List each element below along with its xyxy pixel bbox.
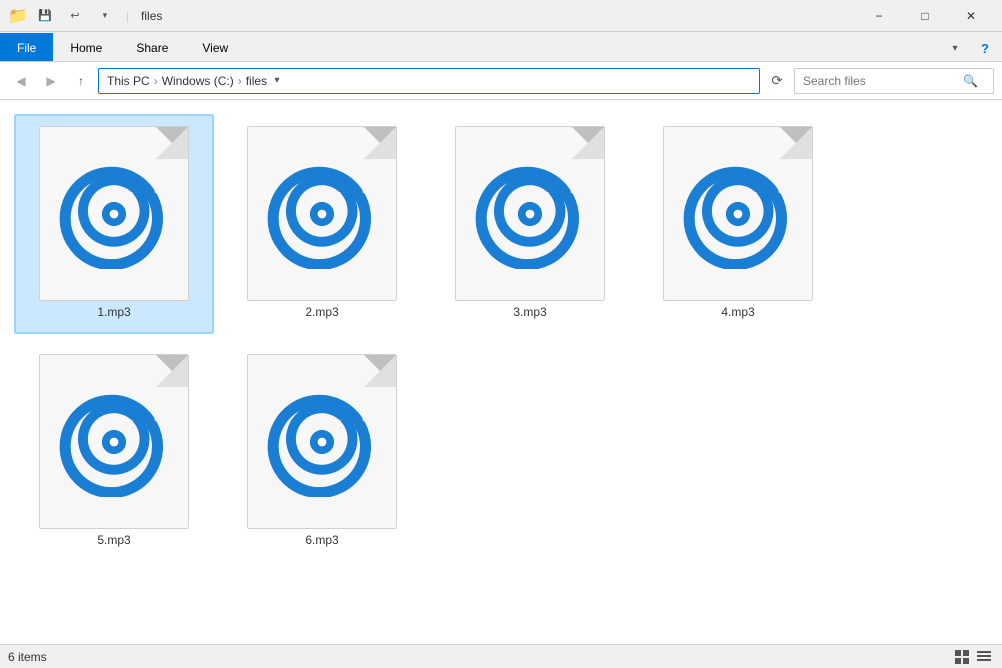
title-controls: − □ ✕ (856, 0, 994, 32)
view-buttons (952, 648, 994, 666)
up-button[interactable]: ↑ (68, 68, 94, 94)
close-button[interactable]: ✕ (948, 0, 994, 32)
file-icon-5-mp3 (34, 354, 194, 529)
file-item-6-mp3[interactable]: 6.mp3 (222, 342, 422, 562)
breadcrumb-windows-c[interactable]: Windows (C:) (162, 74, 234, 88)
file-icon-3-mp3 (450, 126, 610, 301)
breadcrumb-this-pc[interactable]: This PC (107, 74, 150, 88)
refresh-button[interactable]: ⟳ (764, 68, 790, 94)
file-label-6-mp3: 6.mp3 (305, 533, 338, 547)
customize-quick-btn[interactable]: ▾ (92, 3, 118, 29)
forward-button[interactable]: ▶ (38, 68, 64, 94)
search-icon[interactable]: 🔍 (963, 74, 978, 88)
file-icon-4-mp3 (658, 126, 818, 301)
main-area: 1.mp3 2.mp3 3.mp3 4.mp3 5.mp3 6.mp3 (0, 100, 1002, 644)
breadcrumb-files[interactable]: files (246, 74, 267, 88)
file-label-5-mp3: 5.mp3 (97, 533, 130, 547)
ribbon-tabs: File Home Share View ▾ ? (0, 32, 1002, 62)
file-label-1-mp3: 1.mp3 (97, 305, 130, 319)
breadcrumb-sep-1: › (154, 74, 158, 88)
file-icon-6-mp3 (242, 354, 402, 529)
breadcrumb-sep-2: › (238, 74, 242, 88)
search-input[interactable] (803, 74, 963, 88)
help-btn[interactable]: ? (972, 35, 998, 61)
file-grid: 1.mp3 2.mp3 3.mp3 4.mp3 5.mp3 6.mp3 (0, 100, 1002, 644)
address-bar: ◀ ▶ ↑ This PC › Windows (C:) › files ▾ ⟳… (0, 62, 1002, 100)
file-icon-2-mp3 (242, 126, 402, 301)
file-icon-1-mp3 (34, 126, 194, 301)
back-button[interactable]: ◀ (8, 68, 34, 94)
minimize-button[interactable]: − (856, 0, 902, 32)
file-label-4-mp3: 4.mp3 (721, 305, 754, 319)
file-label-3-mp3: 3.mp3 (513, 305, 546, 319)
item-count: 6 items (8, 650, 47, 664)
file-item-3-mp3[interactable]: 3.mp3 (430, 114, 630, 334)
file-item-4-mp3[interactable]: 4.mp3 (638, 114, 838, 334)
search-box: 🔍 (794, 68, 994, 94)
undo-quick-btn[interactable]: ↩ (62, 3, 88, 29)
file-item-5-mp3[interactable]: 5.mp3 (14, 342, 214, 562)
tab-home[interactable]: Home (53, 33, 119, 61)
maximize-button[interactable]: □ (902, 0, 948, 32)
file-item-2-mp3[interactable]: 2.mp3 (222, 114, 422, 334)
title-bar: 📁 💾 ↩ ▾ | files − □ ✕ (0, 0, 1002, 32)
file-label-2-mp3: 2.mp3 (305, 305, 338, 319)
ribbon-expand-btn[interactable]: ▾ (942, 35, 968, 61)
list-view-btn[interactable] (974, 648, 994, 666)
tab-view[interactable]: View (185, 33, 245, 61)
grid-view-btn[interactable] (952, 648, 972, 666)
address-dropdown-btn[interactable]: ▾ (267, 68, 287, 94)
tab-file[interactable]: File (0, 33, 53, 61)
app-icon: 📁 (8, 6, 28, 26)
window-title: files (141, 9, 162, 23)
title-bar-icons: 📁 💾 ↩ ▾ | files (8, 3, 162, 29)
file-item-1-mp3[interactable]: 1.mp3 (14, 114, 214, 334)
address-path[interactable]: This PC › Windows (C:) › files ▾ (98, 68, 760, 94)
tab-share[interactable]: Share (119, 33, 185, 61)
save-quick-btn[interactable]: 💾 (32, 3, 58, 29)
status-bar: 6 items (0, 644, 1002, 668)
